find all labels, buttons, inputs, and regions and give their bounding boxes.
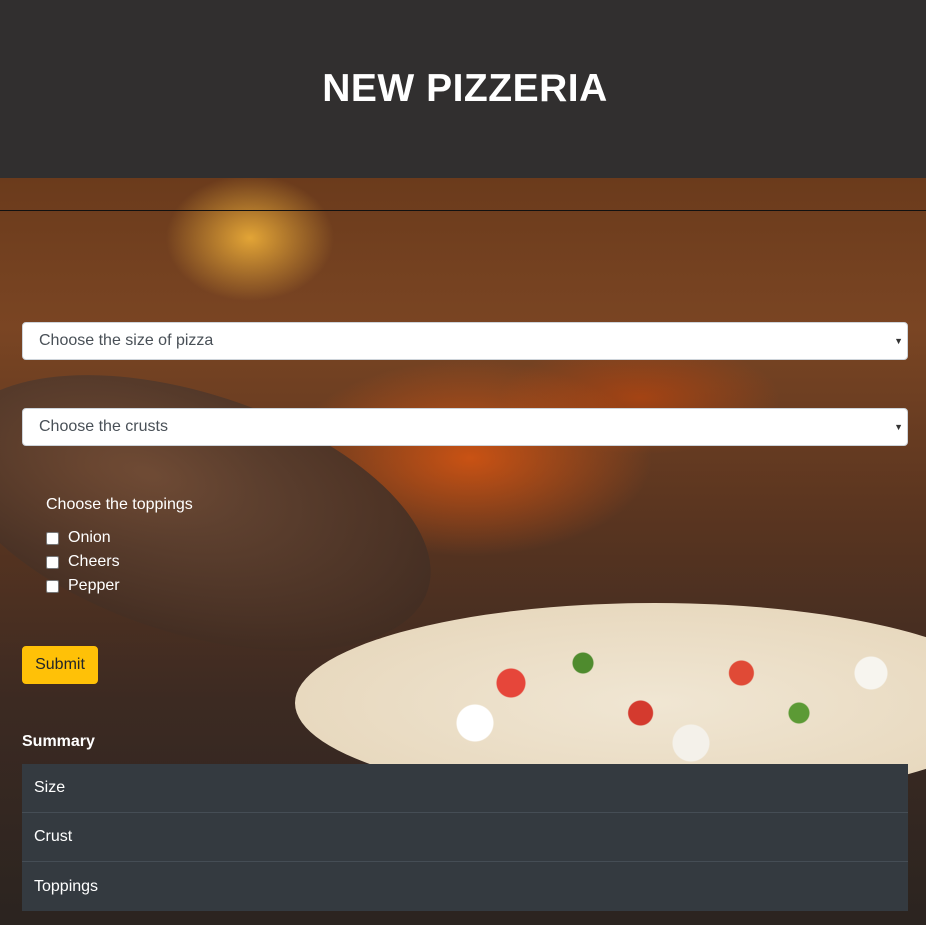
summary-title: Summary: [22, 733, 95, 750]
pepper-checkbox[interactable]: [46, 579, 59, 593]
size-select[interactable]: Choose the size of pizza ▼: [22, 322, 908, 360]
size-select-value: Choose the size of pizza: [39, 332, 214, 349]
onion-label[interactable]: Onion: [68, 529, 111, 547]
topping-option-pepper[interactable]: Pepper: [46, 574, 193, 598]
topping-option-cheers[interactable]: Cheers: [46, 550, 193, 574]
crust-select-value: Choose the crusts: [39, 418, 168, 435]
summary-list: Size Crust Toppings: [22, 764, 908, 911]
summary-row-size: Size: [22, 764, 908, 813]
toppings-legend: Choose the toppings: [46, 496, 193, 513]
onion-checkbox[interactable]: [46, 531, 59, 545]
divider: [0, 210, 926, 211]
site-title: NEW PIZZERIA: [322, 67, 608, 110]
cheers-checkbox[interactable]: [46, 555, 59, 569]
submit-button[interactable]: Submit: [22, 646, 98, 684]
topping-option-onion[interactable]: Onion: [46, 526, 193, 550]
pepper-label[interactable]: Pepper: [68, 577, 120, 595]
cheers-label[interactable]: Cheers: [68, 553, 120, 571]
crust-select[interactable]: Choose the crusts ▼: [22, 408, 908, 446]
chevron-down-icon: ▼: [894, 336, 903, 346]
chevron-down-icon: ▼: [894, 422, 903, 432]
summary-row-crust: Crust: [22, 813, 908, 862]
summary-row-toppings: Toppings: [34, 877, 99, 895]
toppings-group: Choose the toppings Onion Cheers Pepper: [46, 496, 193, 598]
site-header: NEW PIZZERIA: [0, 0, 926, 178]
